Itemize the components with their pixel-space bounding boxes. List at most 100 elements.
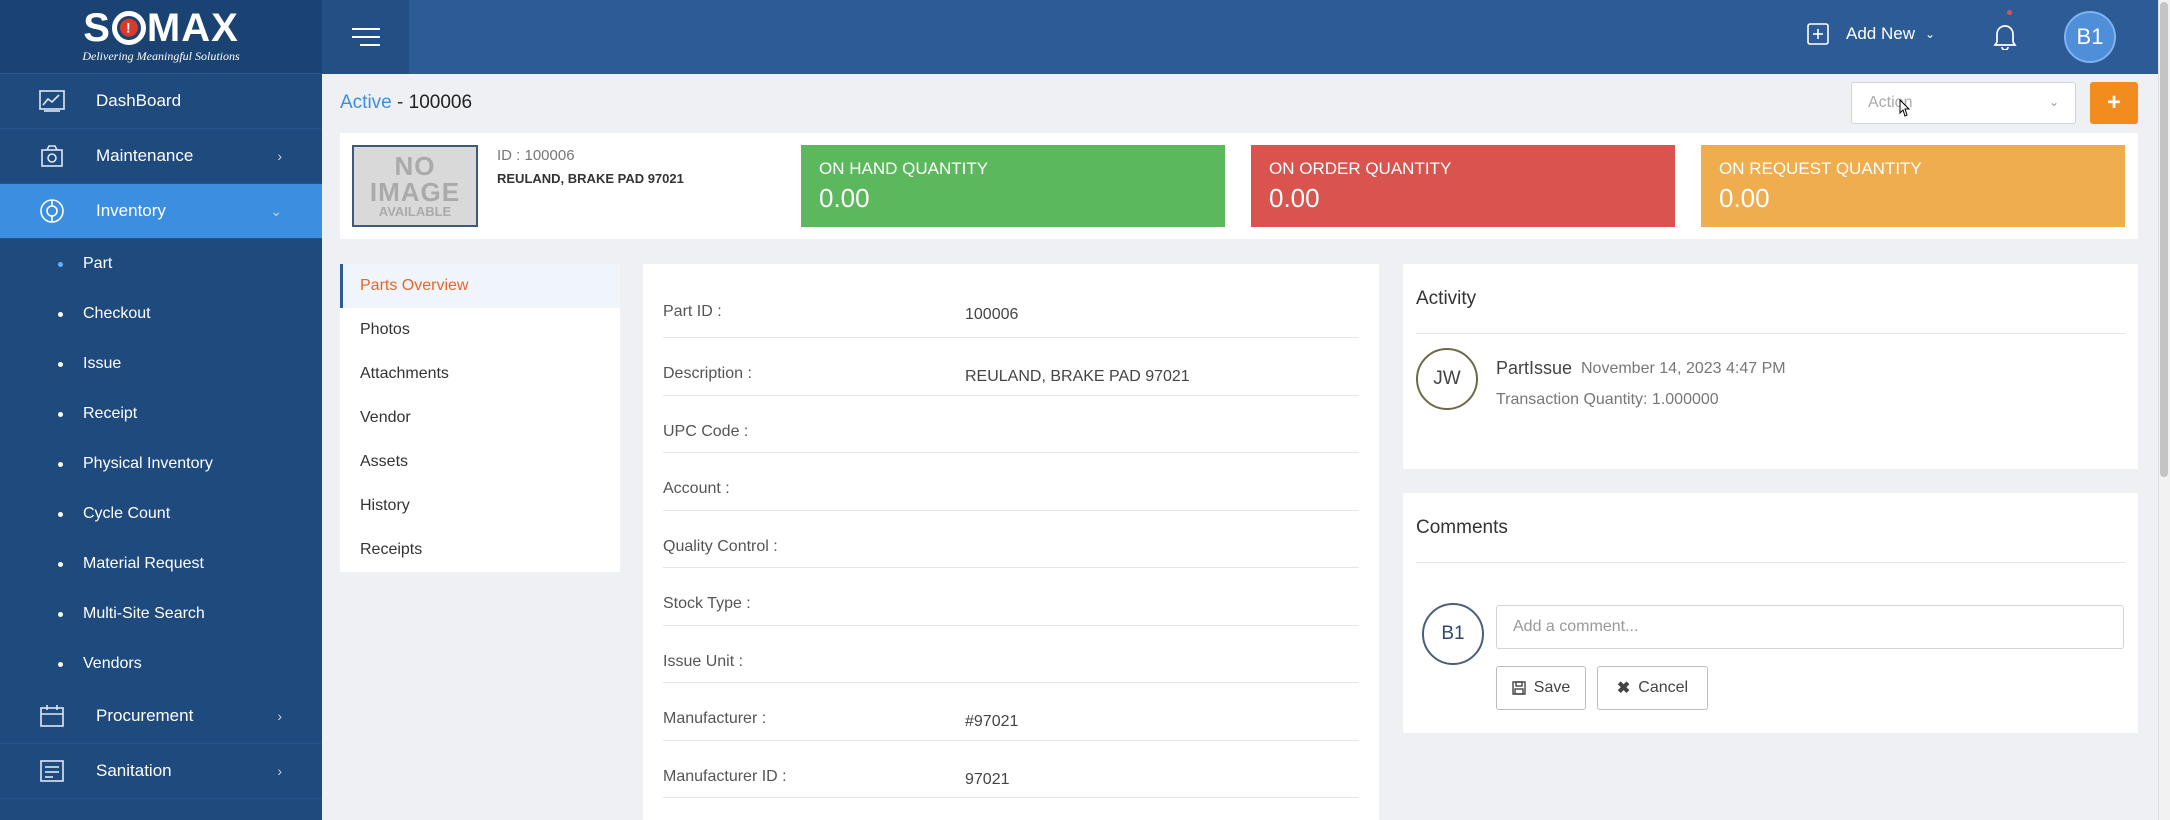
- detail-value: REULAND, BRAKE PAD 97021: [965, 368, 1190, 385]
- activity-panel: Activity JW PartIssue November 14, 2023 …: [1403, 264, 2138, 469]
- add-new-dropdown[interactable]: Add New ⌄: [1806, 22, 1935, 46]
- sidebar-item-label: Sanitation: [96, 761, 172, 780]
- detail-label: Issue Unit :: [663, 652, 744, 670]
- detail-label: Manufacturer ID :: [663, 767, 787, 785]
- save-comment-button[interactable]: Save: [1496, 666, 1586, 710]
- notifications-button[interactable]: [1992, 22, 2018, 55]
- sidebar-subitem-multi-site-search[interactable]: Multi-Site Search: [0, 589, 322, 639]
- sidebar-item-inventory[interactable]: Inventory ⌄: [0, 184, 322, 239]
- on-request-quantity-tile: ON REQUEST QUANTITY 0.00: [1701, 145, 2125, 227]
- on-order-label: ON ORDER QUANTITY: [1269, 159, 1452, 178]
- add-new-icon: [1807, 23, 1829, 45]
- notification-dot: [2007, 10, 2012, 15]
- tab-attachments[interactable]: Attachments: [340, 352, 620, 396]
- sidebar-subitem-checkout[interactable]: Checkout: [0, 289, 322, 339]
- sidebar-subitem-receipt[interactable]: Receipt: [0, 389, 322, 439]
- activity-user-avatar: JW: [1416, 348, 1478, 410]
- tab-vendor[interactable]: Vendor: [340, 396, 620, 440]
- detail-row-manufacturer: Manufacturer : #97021: [663, 683, 1359, 741]
- comments-title: Comments: [1416, 493, 2125, 563]
- action-dropdown[interactable]: Action ⌄: [1851, 82, 2076, 124]
- close-icon: ✖: [1616, 680, 1631, 697]
- sidebar-subitem-part[interactable]: Part: [0, 239, 322, 289]
- detail-value: 100006: [965, 306, 1019, 323]
- detail-row-description: Description : REULAND, BRAKE PAD 97021: [663, 338, 1359, 396]
- tab-receipts[interactable]: Receipts: [340, 528, 620, 572]
- hamburger-menu-button[interactable]: [322, 0, 409, 74]
- detail-value: 97021: [965, 770, 1010, 788]
- sidebar-subitem-physical-inventory[interactable]: Physical Inventory: [0, 439, 322, 489]
- sidebar-subitem-issue[interactable]: Issue: [0, 339, 322, 389]
- sidebar-subitem-vendors[interactable]: Vendors: [0, 639, 322, 689]
- tab-parts-overview[interactable]: Parts Overview: [340, 264, 620, 308]
- maintenance-icon: [38, 143, 66, 169]
- tab-photos[interactable]: Photos: [340, 308, 620, 352]
- activity-event-name: PartIssue: [1496, 358, 1573, 378]
- save-label: Save: [1533, 679, 1571, 696]
- no-image-text-1: NO: [394, 151, 436, 181]
- add-button[interactable]: +: [2090, 82, 2138, 124]
- detail-row-manufacturer-id: Manufacturer ID : 97021: [663, 741, 1359, 798]
- activity-timestamp: November 14, 2023 4:47 PM: [1581, 360, 1786, 377]
- brand-logo[interactable]: S MAX Delivering Meaningful Solutions: [0, 0, 322, 74]
- chevron-right-icon: ›: [277, 763, 282, 779]
- detail-label: UPC Code :: [663, 422, 749, 440]
- on-request-label: ON REQUEST QUANTITY: [1719, 159, 1922, 178]
- user-avatar[interactable]: B1: [2064, 11, 2116, 63]
- detail-label: Description :: [663, 365, 752, 382]
- summary-part-id: ID : 100006: [497, 147, 575, 164]
- inventory-icon: [38, 198, 66, 224]
- activity-detail: Transaction Quantity: 1.000000: [1496, 391, 1719, 408]
- summary-part-description: REULAND, BRAKE PAD 97021: [497, 171, 684, 186]
- detail-row-account: Account :: [663, 453, 1359, 511]
- sidebar-item-sanitation[interactable]: Sanitation ›: [0, 744, 322, 799]
- sidebar-item-label: DashBoard: [96, 91, 182, 110]
- brand-tagline: Delivering Meaningful Solutions: [82, 49, 240, 63]
- sidebar-item-dashboard[interactable]: DashBoard: [0, 74, 322, 129]
- chevron-right-icon: ›: [277, 708, 282, 724]
- tab-assets[interactable]: Assets: [340, 440, 620, 484]
- page-scrollbar[interactable]: [2158, 0, 2170, 820]
- detail-row-issue-unit: Issue Unit :: [663, 626, 1359, 683]
- sidebar: S MAX Delivering Meaningful Solutions Das…: [0, 0, 322, 820]
- part-details-panel: Part ID : 100006 Description : REULAND, …: [643, 264, 1379, 820]
- on-request-value: 0.00: [1719, 183, 1770, 213]
- tab-history[interactable]: History: [340, 484, 620, 528]
- scrollbar-thumb[interactable]: [2160, 2, 2168, 477]
- part-summary-card: NO IMAGE AVAILABLE ID : 100006 REULAND, …: [340, 133, 2138, 239]
- sidebar-subitem-material-request[interactable]: Material Request: [0, 539, 322, 589]
- on-hand-quantity-tile: ON HAND QUANTITY 0.00: [801, 145, 1225, 227]
- chevron-right-icon: ›: [277, 148, 282, 164]
- detail-row-upc-code: UPC Code :: [663, 396, 1359, 453]
- bell-icon: [1993, 25, 2017, 51]
- save-icon: [1512, 681, 1526, 695]
- comment-input[interactable]: [1496, 605, 2124, 649]
- no-image-text-2: IMAGE: [369, 177, 461, 207]
- sidebar-subitem-cycle-count[interactable]: Cycle Count: [0, 489, 322, 539]
- detail-label: Manufacturer :: [663, 710, 767, 727]
- logo-o-icon: [111, 11, 146, 45]
- cancel-comment-button[interactable]: ✖ Cancel: [1597, 666, 1708, 710]
- sidebar-item-maintenance[interactable]: Maintenance ›: [0, 129, 322, 184]
- page-title: Active - 100006: [340, 92, 472, 114]
- part-tabs: Parts Overview Photos Attachments Vendor…: [340, 264, 620, 572]
- no-image-placeholder[interactable]: NO IMAGE AVAILABLE: [352, 145, 478, 227]
- title-part-id: 100006: [408, 92, 473, 113]
- detail-label: Part ID :: [663, 303, 722, 320]
- detail-label: Account :: [663, 480, 730, 497]
- brand-wordmark: S MAX: [83, 6, 239, 50]
- sanitation-icon: [38, 758, 66, 784]
- on-order-value: 0.00: [1269, 183, 1320, 213]
- brand-name-start: S: [83, 6, 111, 50]
- title-separator: -: [391, 92, 409, 113]
- chevron-down-icon: ⌄: [2048, 95, 2059, 109]
- sidebar-item-label: Inventory: [96, 201, 166, 220]
- on-hand-label: ON HAND QUANTITY: [819, 159, 989, 178]
- comment-user-avatar: B1: [1422, 603, 1484, 665]
- detail-row-quality-control: Quality Control :: [663, 511, 1359, 568]
- sidebar-item-procurement[interactable]: Procurement ›: [0, 689, 322, 744]
- detail-row-checkbox: [663, 798, 1359, 820]
- detail-value: #97021: [965, 713, 1019, 730]
- detail-row-stock-type: Stock Type :: [663, 568, 1359, 626]
- on-order-quantity-tile: ON ORDER QUANTITY 0.00: [1251, 145, 1675, 227]
